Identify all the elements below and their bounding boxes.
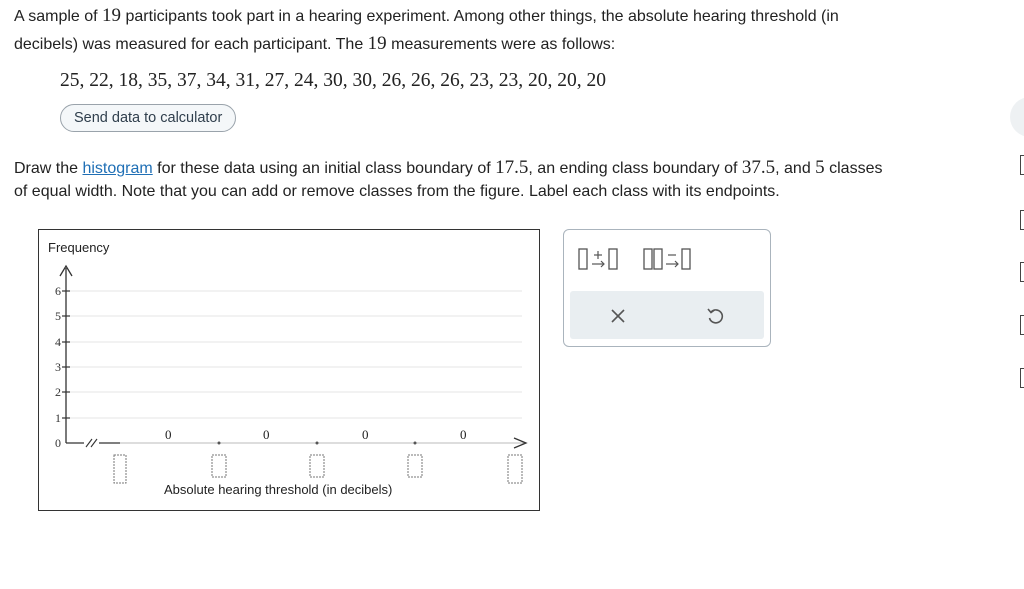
instr-text: for these data using an initial class bo… xyxy=(152,160,496,177)
end-boundary: 37.5 xyxy=(741,157,776,178)
instr-text: of equal width. Note that you can add or… xyxy=(14,183,780,200)
instr-text: classes xyxy=(824,160,883,177)
x-icon[interactable] xyxy=(609,307,627,325)
y-tick-label: 1 xyxy=(55,411,61,425)
side-button[interactable] xyxy=(1010,97,1024,137)
y-tick-label: 2 xyxy=(55,385,61,399)
histogram-link[interactable]: histogram xyxy=(82,160,152,177)
instr-text: , an ending class boundary of xyxy=(528,160,742,177)
sample-size: 19 xyxy=(367,33,387,54)
instr-text: , and xyxy=(775,160,816,177)
intro-text: A sample of xyxy=(14,8,103,25)
add-class-icon[interactable] xyxy=(575,244,625,276)
data-values: 25, 22, 18, 35, 37, 34, 31, 27, 24, 30, … xyxy=(60,70,606,91)
class-frequency[interactable]: 0 xyxy=(165,427,172,443)
y-tick-label: 4 xyxy=(55,335,61,349)
sample-size: 19 xyxy=(102,5,122,26)
intro-text: measurements were as follows: xyxy=(386,36,616,53)
side-tab[interactable] xyxy=(1020,262,1024,282)
intro-text: participants took part in a hearing expe… xyxy=(121,8,839,25)
class-frequency[interactable]: 0 xyxy=(362,427,369,443)
problem-intro: A sample of 19 participants took part in… xyxy=(14,2,839,58)
side-tab[interactable] xyxy=(1020,315,1024,335)
side-tab[interactable] xyxy=(1020,155,1024,175)
undo-icon[interactable] xyxy=(705,306,725,326)
side-tab[interactable] xyxy=(1020,368,1024,388)
class-frequency[interactable]: 0 xyxy=(263,427,270,443)
y-tick-label: 5 xyxy=(55,309,61,323)
y-axis-label: Frequency xyxy=(48,240,110,255)
instr-text: Draw the xyxy=(14,160,83,177)
remove-class-icon[interactable] xyxy=(640,244,696,276)
side-tab[interactable] xyxy=(1020,210,1024,230)
instructions: Draw the histogram for these data using … xyxy=(14,156,1014,203)
class-frequency[interactable]: 0 xyxy=(460,427,467,443)
y-tick-label: 3 xyxy=(55,360,61,374)
send-data-button[interactable]: Send data to calculator xyxy=(60,104,237,132)
num-classes: 5 xyxy=(815,157,825,178)
intro-text: decibels) was measured for each particip… xyxy=(14,36,368,53)
tool-actions xyxy=(570,291,764,339)
start-boundary: 17.5 xyxy=(495,157,529,178)
x-axis-label: Absolute hearing threshold (in decibels) xyxy=(164,482,393,497)
y-tick-label: 0 xyxy=(55,436,61,450)
histogram-graph[interactable] xyxy=(38,229,540,511)
y-tick-label: 6 xyxy=(55,284,61,298)
